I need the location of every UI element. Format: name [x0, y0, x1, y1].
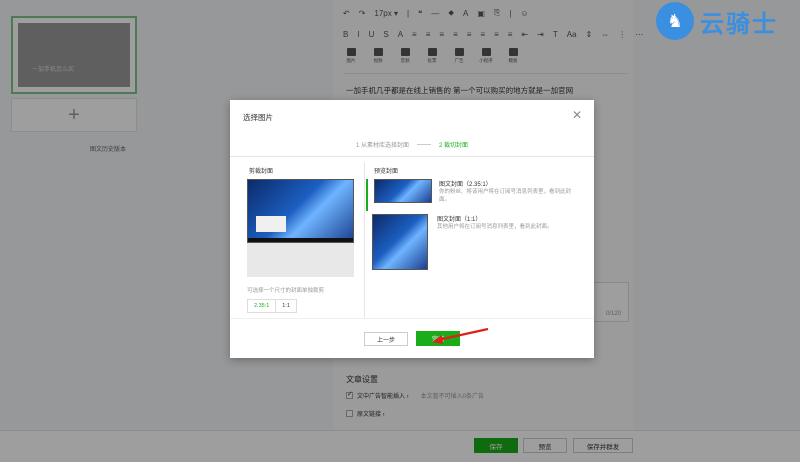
previous-step-button[interactable]: 上一步: [364, 332, 408, 346]
preview-cover-label: 预览封面: [374, 169, 399, 175]
red-arrow-icon: [432, 327, 489, 344]
crop-hint: 可选择一个尺寸的封面单独裁剪: [247, 288, 325, 294]
crop-selection-image[interactable]: [247, 179, 354, 243]
step-1: 1 从素材库选择封面: [355, 143, 409, 149]
window-panel: [256, 216, 286, 232]
preview-item-square[interactable]: 图文封面（1:1） 其他用户将在订阅号消息列表里，看到此封面。: [366, 214, 581, 270]
ratio-option-wide[interactable]: 2.35:1: [248, 300, 277, 312]
select-image-dialog: 选择图片 ✕ 1 从素材库选择封面 2 裁切封面 剪裁封面 可选择一个尺寸的封面…: [230, 100, 594, 358]
preview-desc: 你的粉丝、将该用户将在订阅号消息列表里，看到此封面。: [439, 189, 572, 204]
knight-icon: ♞: [656, 2, 694, 40]
preview-thumb-square: [372, 214, 428, 270]
column-divider: [364, 162, 365, 318]
preview-title: 图文封面（1:1）: [437, 217, 482, 223]
logo-text: 云骑士: [700, 10, 778, 38]
step-2-active: 2 裁切封面: [439, 143, 469, 149]
ratio-toggle: 2.35:1 1:1: [247, 299, 297, 313]
crop-cover-label: 剪裁封面: [249, 169, 274, 175]
preview-title: 图文封面（2.35:1）: [439, 182, 492, 188]
preview-desc: 其他用户将在订阅号消息列表里，看到此封面。: [437, 224, 553, 230]
preview-item-wide[interactable]: 图文封面（2.35:1） 你的粉丝、将该用户将在订阅号消息列表里，看到此封面。: [366, 179, 581, 211]
steps-divider: [230, 156, 594, 157]
ratio-option-square[interactable]: 1:1: [276, 300, 296, 312]
yunqishi-logo: ♞ 云骑士: [656, 0, 800, 42]
preview-thumb-wide: [374, 179, 432, 203]
taskbar: [248, 238, 353, 242]
close-icon[interactable]: ✕: [572, 108, 582, 122]
step-separator: [417, 144, 431, 145]
dialog-footer-divider: [230, 318, 594, 319]
step-indicator: 1 从素材库选择封面 2 裁切封面: [230, 140, 594, 149]
dialog-title: 选择图片: [243, 113, 273, 122]
